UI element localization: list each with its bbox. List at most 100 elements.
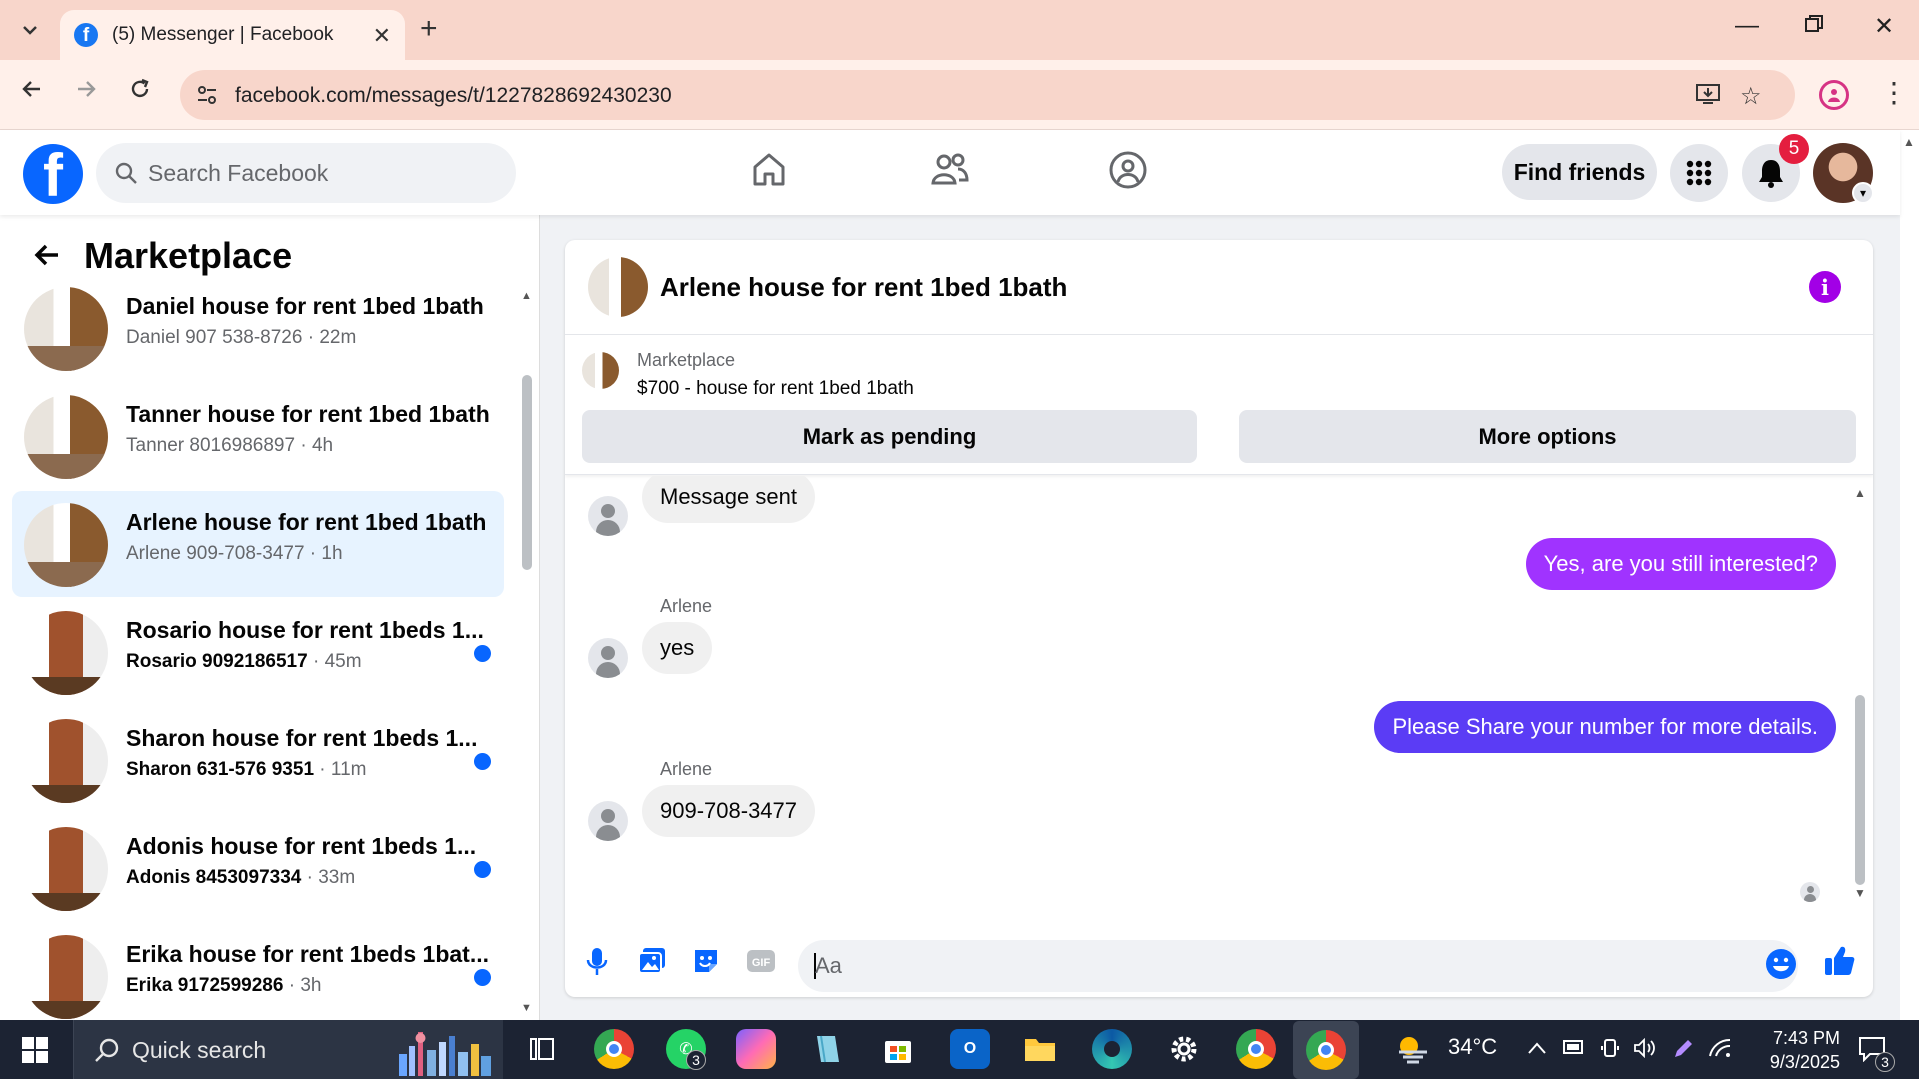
taskbar-search[interactable]: Quick search xyxy=(73,1020,503,1079)
list-scrollbar-thumb[interactable] xyxy=(522,375,532,570)
restore-icon xyxy=(1805,15,1823,32)
edge-icon[interactable] xyxy=(1092,1029,1132,1069)
listing-thumbnail xyxy=(24,503,108,587)
bell-icon xyxy=(1759,160,1783,188)
sticker-icon[interactable] xyxy=(691,946,721,981)
taskbar-clock[interactable]: 7:43 PM 9/3/2025 xyxy=(1745,1026,1840,1074)
mark-as-pending-button[interactable]: Mark as pending xyxy=(582,410,1197,463)
marketplace-label: Marketplace xyxy=(637,350,736,370)
listing-thumbnail[interactable] xyxy=(582,352,619,389)
facebook-logo-icon[interactable]: f xyxy=(23,144,83,204)
city-skyline-icon xyxy=(399,1032,491,1076)
message-composer: GIF xyxy=(565,930,1873,997)
unread-dot xyxy=(474,861,491,878)
listing-thumbnail xyxy=(24,827,108,911)
facebook-search[interactable] xyxy=(96,143,516,203)
back-button[interactable] xyxy=(20,76,44,108)
listing-thumbnail xyxy=(24,611,108,695)
listing-price-title[interactable]: $700 - house for rent 1bed 1bath xyxy=(637,378,914,400)
notification-count-badge: 5 xyxy=(1779,134,1809,164)
tray-chevron-up-icon[interactable] xyxy=(1527,1038,1547,1061)
nav-groups[interactable] xyxy=(1108,150,1148,195)
microphone-icon[interactable] xyxy=(585,946,609,983)
browser-tab-messenger[interactable]: f (5) Messenger | Facebook ✕ xyxy=(60,10,405,60)
close-window-button[interactable]: ✕ xyxy=(1874,12,1894,41)
chat-scroll-up-arrow[interactable]: ▲ xyxy=(1854,486,1866,500)
search-icon xyxy=(115,162,137,184)
task-view-icon[interactable] xyxy=(522,1029,562,1069)
file-explorer-icon[interactable] xyxy=(1020,1029,1060,1069)
browser-profile-icon[interactable] xyxy=(1819,80,1849,110)
list-scroll-up-arrow[interactable]: ▲ xyxy=(521,290,532,302)
windows-start-icon[interactable] xyxy=(22,1037,48,1063)
outlook-icon[interactable]: O xyxy=(950,1029,990,1069)
notepad-icon[interactable] xyxy=(808,1029,848,1069)
nav-home[interactable] xyxy=(750,150,788,193)
new-tab-button[interactable]: + xyxy=(420,12,438,46)
chat-title[interactable]: Arlene house for rent 1bed 1bath xyxy=(660,272,1067,303)
back-arrow-button[interactable] xyxy=(32,240,62,275)
clock-date: 9/3/2025 xyxy=(1769,1052,1840,1072)
wifi-icon[interactable] xyxy=(1708,1038,1732,1064)
arrow-right-icon xyxy=(78,81,96,97)
list-scroll-down-arrow[interactable]: ▼ xyxy=(521,1002,532,1014)
pen-icon[interactable] xyxy=(1672,1038,1694,1066)
chat-listing-thumbnail[interactable] xyxy=(588,257,648,317)
microsoft-store-icon[interactable] xyxy=(878,1029,918,1069)
find-friends-button[interactable]: Find friends xyxy=(1502,144,1657,200)
emoji-icon[interactable] xyxy=(1765,948,1797,985)
conversation-subtitle: Arlene 909-708-3477 · 1h xyxy=(126,543,343,564)
photo-icon[interactable] xyxy=(637,946,667,981)
close-tab-icon[interactable]: ✕ xyxy=(373,23,391,49)
groups-icon xyxy=(1109,151,1147,189)
gif-icon[interactable]: GIF xyxy=(745,946,777,981)
more-options-button[interactable]: More options xyxy=(1239,410,1856,463)
conversation-item[interactable]: Adonis house for rent 1beds 1... Adonis … xyxy=(12,815,504,921)
bookmark-star-icon[interactable]: ☆ xyxy=(1740,82,1762,111)
info-icon[interactable]: i xyxy=(1809,271,1841,303)
listing-thumbnail xyxy=(24,395,108,479)
listing-thumbnail xyxy=(24,935,108,1019)
account-chevron-down-icon[interactable]: ▾ xyxy=(1852,182,1874,204)
copilot-icon[interactable] xyxy=(736,1029,776,1069)
conversation-item-active[interactable]: Arlene house for rent 1bed 1bath Arlene … xyxy=(12,491,504,597)
page-scroll-up-arrow[interactable]: ▲ xyxy=(1903,135,1915,149)
chrome-icon[interactable] xyxy=(1236,1029,1276,1069)
nav-friends[interactable] xyxy=(930,150,970,193)
message-bubble-outgoing: Yes, are you still interested? xyxy=(1525,538,1836,590)
volume-icon[interactable] xyxy=(1633,1037,1657,1064)
weather-icon[interactable] xyxy=(1395,1029,1431,1069)
browser-menu-icon[interactable]: ⋮ xyxy=(1880,76,1908,109)
conversation-item[interactable]: Daniel house for rent 1bed 1bath Daniel … xyxy=(12,275,504,381)
friends-icon xyxy=(931,153,969,185)
chrome-profile-app-icon[interactable] xyxy=(594,1029,634,1069)
weather-temperature[interactable]: 34°C xyxy=(1448,1034,1497,1060)
reload-button[interactable] xyxy=(128,76,152,108)
conversation-item[interactable]: Sharon house for rent 1beds 1... Sharon … xyxy=(12,707,504,813)
minimize-window-button[interactable]: — xyxy=(1735,12,1759,40)
message-input[interactable] xyxy=(815,940,1715,992)
site-info-icon[interactable] xyxy=(196,84,218,106)
chat-scroll-down-arrow[interactable]: ▼ xyxy=(1854,886,1866,900)
restore-window-button[interactable] xyxy=(1805,12,1823,40)
address-bar[interactable]: facebook.com/messages/t/1227828692430230… xyxy=(180,70,1795,120)
forward-button[interactable] xyxy=(74,76,98,108)
conversation-item[interactable]: Erika house for rent 1beds 1bat... Erika… xyxy=(12,923,504,1020)
facebook-search-input[interactable] xyxy=(148,143,488,203)
message-input-wrapper[interactable] xyxy=(798,940,1798,992)
conversation-item[interactable]: Tanner house for rent 1bed 1bath Tanner … xyxy=(12,383,504,489)
seen-receipt-avatar xyxy=(1800,882,1820,902)
conversation-subtitle: Sharon 631-576 9351 · 11m xyxy=(126,759,367,780)
settings-gear-icon[interactable] xyxy=(1164,1029,1204,1069)
chrome-active-window-icon[interactable] xyxy=(1293,1021,1359,1079)
clock-time: 7:43 PM xyxy=(1772,1028,1840,1048)
menu-button[interactable] xyxy=(1670,144,1728,202)
tray-device-icon[interactable] xyxy=(1600,1038,1620,1064)
thumbs-up-icon[interactable] xyxy=(1823,944,1857,983)
conversation-item[interactable]: Rosario house for rent 1beds 1... Rosari… xyxy=(12,599,504,705)
chat-scrollbar-thumb[interactable] xyxy=(1855,695,1865,885)
tab-list-button[interactable] xyxy=(10,10,50,50)
listing-thumbnail xyxy=(24,287,108,371)
install-app-icon[interactable] xyxy=(1695,82,1721,113)
battery-icon[interactable] xyxy=(1560,1038,1586,1062)
